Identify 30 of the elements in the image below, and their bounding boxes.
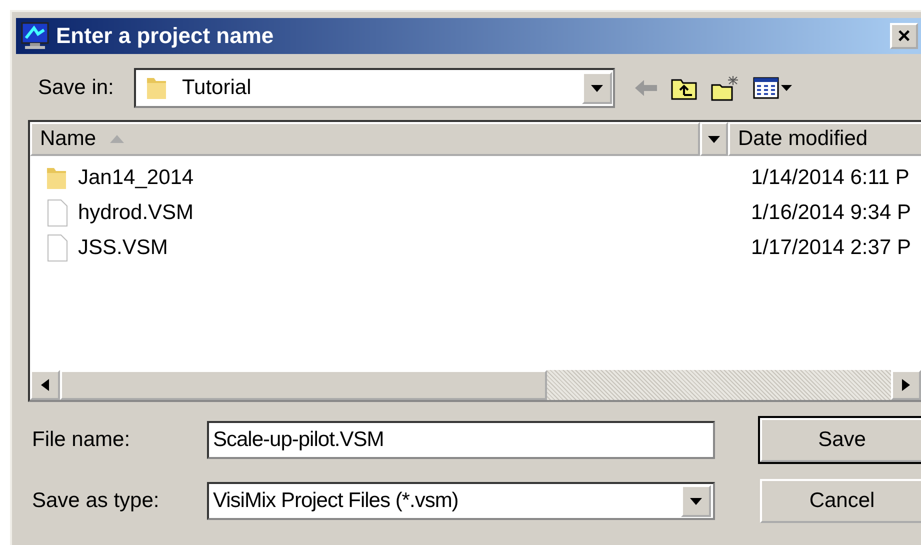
save-as-type-label: Save as type: [31, 489, 160, 513]
column-header[interactable]: Date modified [728, 122, 921, 156]
save-in-label: Save in: [38, 76, 115, 100]
right-arrow-icon [902, 379, 910, 391]
date-cell-text: 1/14/2014 6:11 P [750, 166, 910, 190]
file-name-label: File name: [31, 428, 132, 452]
file-name[interactable]: hydrod.VSM [78, 200, 194, 224]
column-header[interactable]: Name [30, 122, 700, 156]
sort-up-icon [110, 135, 124, 143]
cancel-button[interactable]: Cancel [760, 479, 921, 523]
horizontal-scrollbar[interactable] [30, 370, 921, 400]
caret-icon [708, 136, 720, 142]
column-dropdown-button[interactable] [700, 122, 728, 156]
save-in-dropdown[interactable]: Tutorial [134, 68, 615, 108]
left-arrow-icon [41, 379, 49, 391]
file-name[interactable]: Jan14_2014 [78, 166, 194, 190]
scroll-left-button[interactable] [30, 370, 60, 400]
date-cell-text: 1/16/2014 9:34 P [750, 200, 911, 224]
file-name-field[interactable]: Scale-up-pilot.VSM [207, 421, 715, 459]
view-menu-icon[interactable] [753, 76, 793, 100]
window-title: Enter a project name [56, 23, 275, 49]
monitor-icon [20, 22, 50, 50]
save-button[interactable]: Save [760, 418, 921, 462]
date-cell-text: 1/17/2014 2:37 P [750, 236, 911, 260]
file-name[interactable]: JSS.VSM [78, 236, 168, 260]
save-as-type-dropdown[interactable]: VisiMix Project Files (*.vsm) [207, 482, 715, 520]
new-folder-icon[interactable] [711, 75, 739, 101]
scroll-right-button[interactable] [891, 370, 921, 400]
scroll-thumb[interactable] [60, 370, 547, 400]
close-button[interactable]: × [890, 23, 918, 49]
